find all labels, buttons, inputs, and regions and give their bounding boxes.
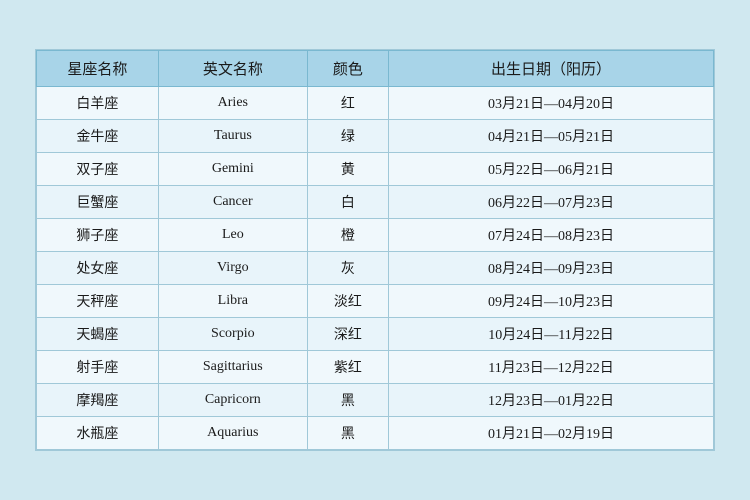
cell-date: 07月24日—08月23日: [389, 219, 714, 252]
cell-color: 黑: [307, 384, 388, 417]
table-row: 狮子座Leo橙07月24日—08月23日: [37, 219, 714, 252]
cell-zh-name: 摩羯座: [37, 384, 159, 417]
cell-en-name: Capricorn: [158, 384, 307, 417]
cell-color: 黄: [307, 153, 388, 186]
cell-zh-name: 双子座: [37, 153, 159, 186]
cell-color: 黑: [307, 417, 388, 450]
cell-date: 10月24日—11月22日: [389, 318, 714, 351]
cell-color: 紫红: [307, 351, 388, 384]
cell-zh-name: 巨蟹座: [37, 186, 159, 219]
table-row: 摩羯座Capricorn黑12月23日—01月22日: [37, 384, 714, 417]
header-zh-name: 星座名称: [37, 51, 159, 87]
cell-en-name: Cancer: [158, 186, 307, 219]
table-row: 天蝎座Scorpio深红10月24日—11月22日: [37, 318, 714, 351]
table-row: 金牛座Taurus绿04月21日—05月21日: [37, 120, 714, 153]
table-row: 双子座Gemini黄05月22日—06月21日: [37, 153, 714, 186]
cell-date: 09月24日—10月23日: [389, 285, 714, 318]
cell-en-name: Virgo: [158, 252, 307, 285]
table-row: 巨蟹座Cancer白06月22日—07月23日: [37, 186, 714, 219]
cell-en-name: Leo: [158, 219, 307, 252]
cell-color: 红: [307, 87, 388, 120]
cell-date: 12月23日—01月22日: [389, 384, 714, 417]
cell-zh-name: 水瓶座: [37, 417, 159, 450]
table-row: 处女座Virgo灰08月24日—09月23日: [37, 252, 714, 285]
header-date: 出生日期（阳历）: [389, 51, 714, 87]
cell-color: 绿: [307, 120, 388, 153]
cell-date: 06月22日—07月23日: [389, 186, 714, 219]
cell-zh-name: 处女座: [37, 252, 159, 285]
cell-date: 04月21日—05月21日: [389, 120, 714, 153]
cell-zh-name: 天蝎座: [37, 318, 159, 351]
cell-zh-name: 金牛座: [37, 120, 159, 153]
table-row: 天秤座Libra淡红09月24日—10月23日: [37, 285, 714, 318]
table-row: 水瓶座Aquarius黑01月21日—02月19日: [37, 417, 714, 450]
cell-color: 淡红: [307, 285, 388, 318]
cell-date: 01月21日—02月19日: [389, 417, 714, 450]
zodiac-table-container: 星座名称 英文名称 颜色 出生日期（阳历） 白羊座Aries红03月21日—04…: [35, 49, 715, 451]
cell-date: 05月22日—06月21日: [389, 153, 714, 186]
cell-en-name: Sagittarius: [158, 351, 307, 384]
header-en-name: 英文名称: [158, 51, 307, 87]
cell-color: 灰: [307, 252, 388, 285]
cell-zh-name: 天秤座: [37, 285, 159, 318]
table-row: 白羊座Aries红03月21日—04月20日: [37, 87, 714, 120]
cell-color: 深红: [307, 318, 388, 351]
cell-en-name: Aquarius: [158, 417, 307, 450]
header-color: 颜色: [307, 51, 388, 87]
table-row: 射手座Sagittarius紫红11月23日—12月22日: [37, 351, 714, 384]
cell-date: 03月21日—04月20日: [389, 87, 714, 120]
cell-en-name: Libra: [158, 285, 307, 318]
cell-color: 白: [307, 186, 388, 219]
cell-date: 08月24日—09月23日: [389, 252, 714, 285]
cell-zh-name: 射手座: [37, 351, 159, 384]
cell-zh-name: 狮子座: [37, 219, 159, 252]
zodiac-table: 星座名称 英文名称 颜色 出生日期（阳历） 白羊座Aries红03月21日—04…: [36, 50, 714, 450]
cell-en-name: Gemini: [158, 153, 307, 186]
cell-date: 11月23日—12月22日: [389, 351, 714, 384]
cell-color: 橙: [307, 219, 388, 252]
cell-en-name: Scorpio: [158, 318, 307, 351]
table-header-row: 星座名称 英文名称 颜色 出生日期（阳历）: [37, 51, 714, 87]
cell-en-name: Taurus: [158, 120, 307, 153]
cell-en-name: Aries: [158, 87, 307, 120]
cell-zh-name: 白羊座: [37, 87, 159, 120]
